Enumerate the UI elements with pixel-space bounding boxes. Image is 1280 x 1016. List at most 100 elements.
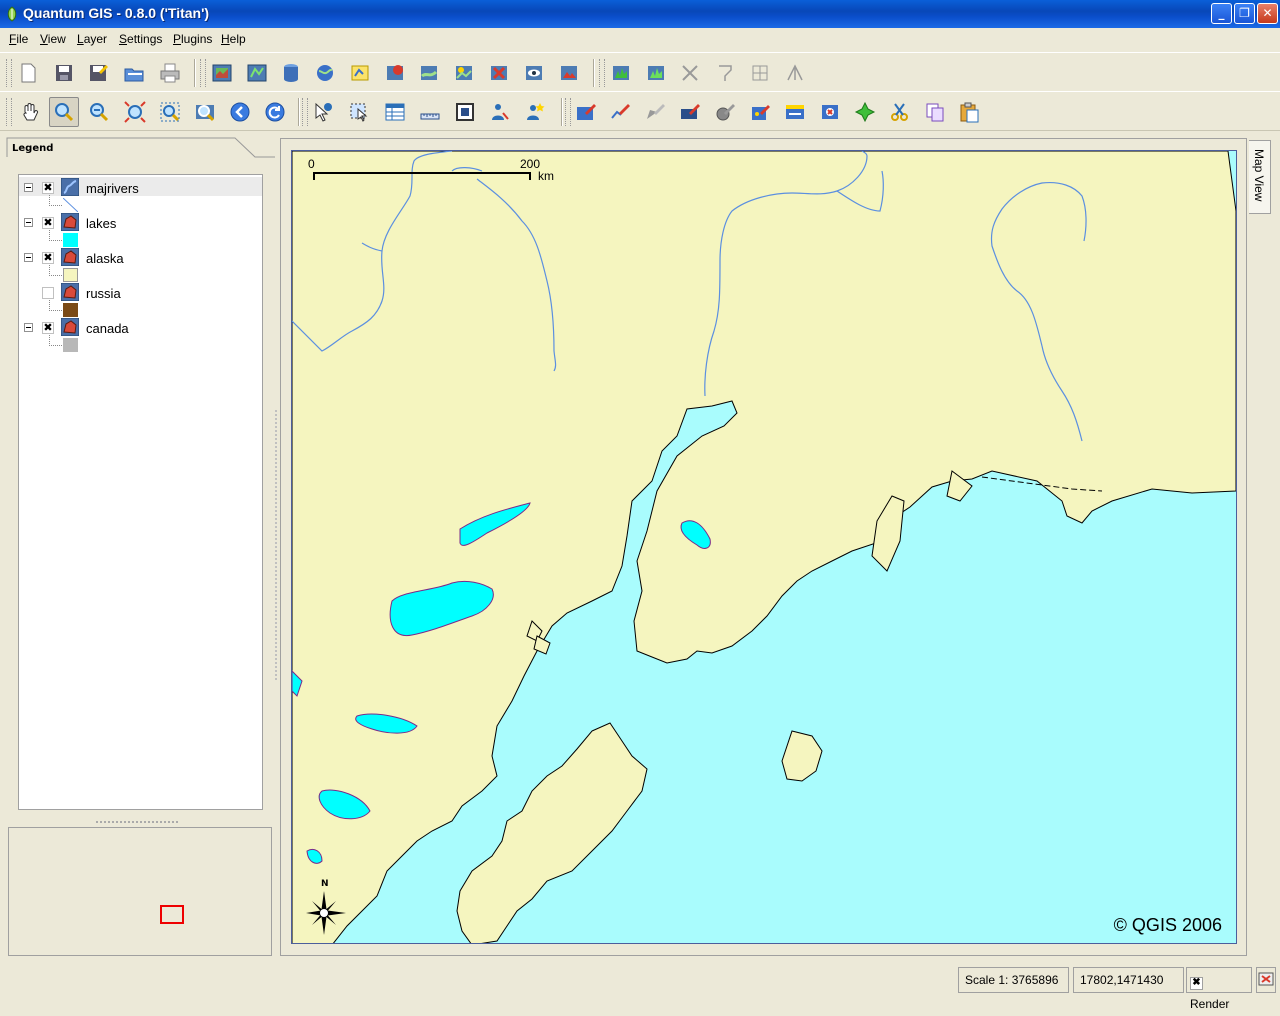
tools-disabled-icon <box>682 65 698 81</box>
zoom-selected-button[interactable] <box>190 97 220 127</box>
grass-region-button[interactable] <box>641 58 671 88</box>
collapse-toggle[interactable] <box>24 253 33 262</box>
render-toggle[interactable]: ✖ Render <box>1186 967 1252 1011</box>
remove-layer-button[interactable] <box>380 58 410 88</box>
layer-visibility-checkbox[interactable]: ✖ <box>42 217 54 229</box>
digitize-button[interactable] <box>780 58 810 88</box>
delete-vertex-button[interactable] <box>675 97 705 127</box>
restore-button[interactable]: ❐ <box>1234 3 1255 24</box>
zoom-out-button[interactable] <box>84 97 114 127</box>
move-vertex-button[interactable] <box>745 97 775 127</box>
menu-settings[interactable]: Settings <box>119 32 162 46</box>
open-project-button[interactable] <box>119 58 149 88</box>
scale-bar-unit: km <box>538 169 554 183</box>
save-as-button[interactable] <box>83 58 113 88</box>
measure-line-button[interactable] <box>415 97 445 127</box>
fill-symbol <box>63 233 78 247</box>
tools-disabled-button[interactable] <box>675 58 705 88</box>
add-wms-button[interactable] <box>310 58 340 88</box>
digitize-icon <box>787 64 803 81</box>
stop-render-button[interactable] <box>1256 967 1276 993</box>
fill-symbol <box>63 268 78 282</box>
layer-visibility-checkbox[interactable]: ✖ <box>42 322 54 334</box>
menu-view[interactable]: View <box>40 32 66 46</box>
legend-tab[interactable]: Legend <box>6 137 275 158</box>
land-polygon <box>781 730 823 782</box>
legend-panel[interactable]: ✖ majrivers ✖ lakes ✖ alaska russia ✖ ca… <box>18 174 263 810</box>
layer-properties-button[interactable] <box>414 58 444 88</box>
layer-visibility-checkbox[interactable] <box>42 287 54 299</box>
zoom-full-button[interactable] <box>120 97 150 127</box>
capture-line-button[interactable] <box>605 97 635 127</box>
attribute-table-button[interactable] <box>380 97 410 127</box>
overview-panel[interactable] <box>8 827 272 956</box>
panel-splitter[interactable] <box>275 410 279 680</box>
capture-polygon-button[interactable] <box>640 97 670 127</box>
add-island-button[interactable] <box>780 97 810 127</box>
georef-mask-button[interactable] <box>745 58 775 88</box>
menu-layer[interactable]: Layer <box>77 32 107 46</box>
grass-mapset-button[interactable] <box>554 58 584 88</box>
measure-area-button[interactable] <box>450 97 480 127</box>
collapse-toggle[interactable] <box>24 218 33 227</box>
georef-icon <box>719 65 732 81</box>
minimize-button[interactable]: _ <box>1211 3 1232 24</box>
render-checkbox[interactable]: ✖ <box>1190 977 1203 990</box>
legend-overview-splitter[interactable] <box>96 821 178 826</box>
map-view-tab[interactable]: Map View <box>1249 140 1271 214</box>
add-postgis-button[interactable] <box>276 58 306 88</box>
add-ring-icon <box>854 101 876 123</box>
georef-button[interactable] <box>710 58 740 88</box>
save-button[interactable] <box>49 58 79 88</box>
collapse-toggle[interactable] <box>24 323 33 332</box>
layer-visibility-checkbox[interactable]: ✖ <box>42 252 54 264</box>
print-button[interactable] <box>155 58 185 88</box>
zoom-in-button[interactable] <box>49 97 79 127</box>
show-bookmarks-button[interactable] <box>520 97 550 127</box>
pan-button[interactable] <box>15 97 45 127</box>
grass-tools-button[interactable] <box>606 58 636 88</box>
map-canvas[interactable]: 0 200 km N © QGIS 2006 <box>291 150 1237 944</box>
collapse-toggle[interactable] <box>24 183 33 192</box>
add-vector-button[interactable] <box>242 58 272 88</box>
legend-item[interactable]: ✖ majrivers <box>19 177 262 212</box>
select-button[interactable] <box>344 97 374 127</box>
legend-item[interactable]: ✖ lakes <box>19 212 262 247</box>
add-raster-button[interactable] <box>207 58 237 88</box>
menu-help[interactable]: Help <box>221 32 246 46</box>
legend-item[interactable]: ✖ canada <box>19 317 262 352</box>
legend-item[interactable]: ✖ alaska <box>19 247 262 282</box>
pan-icon <box>23 103 39 121</box>
menu-file[interactable]: File <box>9 32 28 46</box>
add-ring-button[interactable] <box>850 97 880 127</box>
hide-all-button[interactable] <box>484 58 514 88</box>
identify-button[interactable] <box>308 97 338 127</box>
capture-point-button[interactable] <box>571 97 601 127</box>
delete-vertex-icon <box>681 104 700 119</box>
cut-features-button[interactable] <box>885 97 915 127</box>
new-project-button[interactable] <box>13 58 43 88</box>
new-vector-icon <box>351 65 369 81</box>
zoom-last-button[interactable] <box>225 97 255 127</box>
new-vector-button[interactable] <box>345 58 375 88</box>
toolbar-grip <box>6 98 12 126</box>
tree-connector <box>49 335 62 346</box>
menu-plugins[interactable]: Plugins <box>173 32 212 46</box>
add-vertex-button[interactable] <box>710 97 740 127</box>
overview-extent-box[interactable] <box>160 905 184 924</box>
overview-button[interactable] <box>519 58 549 88</box>
paste-features-icon <box>960 102 979 123</box>
copy-features-button[interactable] <box>920 97 950 127</box>
print-icon <box>160 63 180 83</box>
refresh-button[interactable] <box>260 97 290 127</box>
zoom-layer-button[interactable] <box>155 97 185 127</box>
map-drawing <box>292 151 1236 943</box>
show-all-button[interactable] <box>449 58 479 88</box>
paste-features-button[interactable] <box>954 97 984 127</box>
layer-visibility-checkbox[interactable]: ✖ <box>42 182 54 194</box>
map-tips-button[interactable] <box>485 97 515 127</box>
overview-icon <box>526 66 542 80</box>
delete-feature-button[interactable] <box>815 97 845 127</box>
close-button[interactable]: ✕ <box>1257 3 1278 24</box>
legend-item[interactable]: russia <box>19 282 262 317</box>
